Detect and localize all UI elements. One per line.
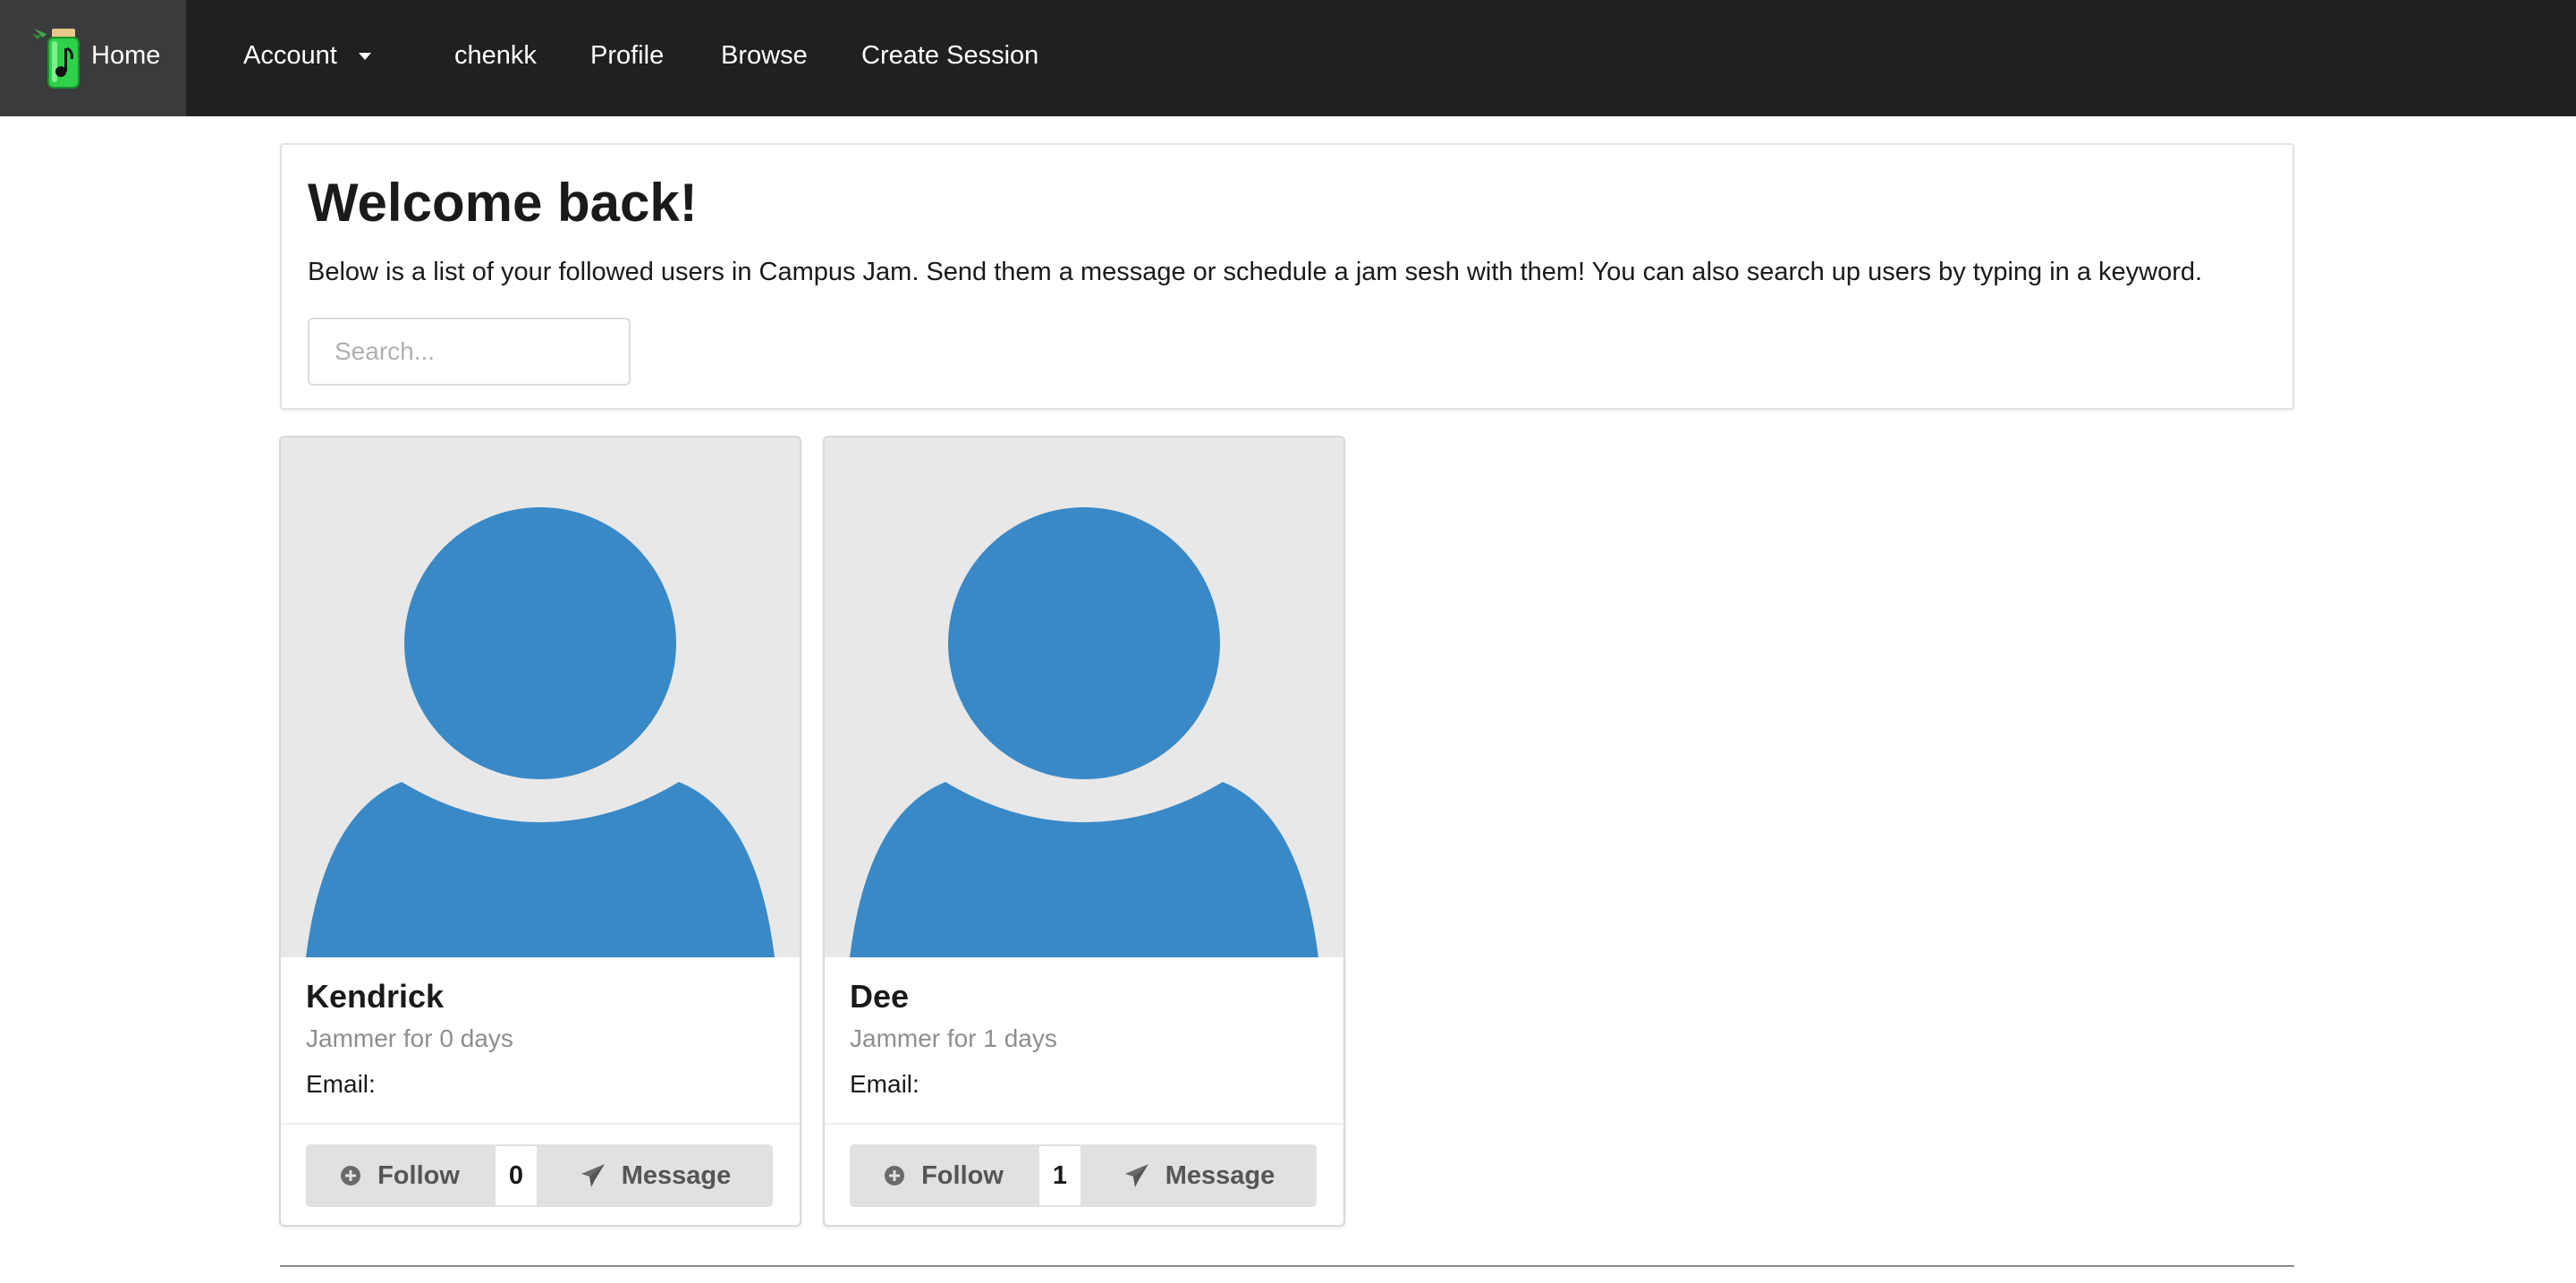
follow-count: 1	[1038, 1144, 1082, 1207]
plus-circle-icon	[885, 1166, 905, 1185]
nav-username[interactable]: chenkk	[454, 41, 537, 71]
user-email-label: Email:	[306, 1070, 376, 1098]
card-actions: Follow 1 Message	[850, 1144, 1317, 1207]
card-divider	[281, 1123, 800, 1125]
follow-button[interactable]: Follow	[306, 1144, 494, 1207]
welcome-panel: Welcome back! Below is a list of your fo…	[280, 143, 2294, 410]
paper-plane-icon	[1124, 1164, 1148, 1187]
user-placeholder-icon	[306, 507, 775, 957]
top-navbar: Home Account chenkk Profile Browse Creat…	[0, 0, 2576, 116]
nav-profile[interactable]: Profile	[590, 41, 664, 71]
jar-music-logo-icon	[32, 29, 80, 89]
message-label: Message	[1165, 1160, 1275, 1190]
page-title: Welcome back!	[308, 173, 698, 233]
message-button[interactable]: Message	[538, 1144, 773, 1207]
follow-label: Follow	[921, 1160, 1004, 1190]
paper-plane-icon	[580, 1164, 605, 1187]
nav-create-session[interactable]: Create Session	[861, 41, 1038, 71]
message-label: Message	[621, 1160, 732, 1190]
avatar	[825, 438, 1343, 957]
plus-circle-icon	[341, 1166, 361, 1185]
follow-count: 0	[494, 1144, 538, 1207]
welcome-description: Below is a list of your followed users i…	[308, 258, 2203, 286]
caret-down-icon	[358, 53, 371, 61]
user-email-label: Email:	[850, 1070, 919, 1098]
card-actions: Follow 0 Message	[306, 1144, 773, 1207]
account-dropdown[interactable]: Account	[243, 41, 371, 71]
home-label: Home	[91, 41, 161, 70]
message-button[interactable]: Message	[1082, 1144, 1317, 1207]
avatar	[281, 438, 800, 957]
user-placeholder-icon	[850, 507, 1318, 957]
follow-label: Follow	[377, 1160, 460, 1190]
card-divider	[825, 1123, 1343, 1125]
user-card: Kendrick Jammer for 0 days Email: Follow…	[279, 436, 801, 1227]
follow-button[interactable]: Follow	[850, 1144, 1038, 1207]
nav-browse[interactable]: Browse	[721, 41, 808, 71]
user-meta: Jammer for 1 days	[850, 1024, 1057, 1052]
user-meta: Jammer for 0 days	[306, 1024, 513, 1052]
home-nav-item[interactable]: Home	[0, 0, 186, 116]
footer-divider	[280, 1265, 2294, 1267]
user-card: Dee Jammer for 1 days Email: Follow 1 Me…	[823, 436, 1345, 1227]
user-name[interactable]: Kendrick	[306, 978, 444, 1015]
user-name[interactable]: Dee	[850, 978, 909, 1015]
search-input[interactable]	[308, 318, 631, 386]
account-label: Account	[243, 41, 337, 70]
